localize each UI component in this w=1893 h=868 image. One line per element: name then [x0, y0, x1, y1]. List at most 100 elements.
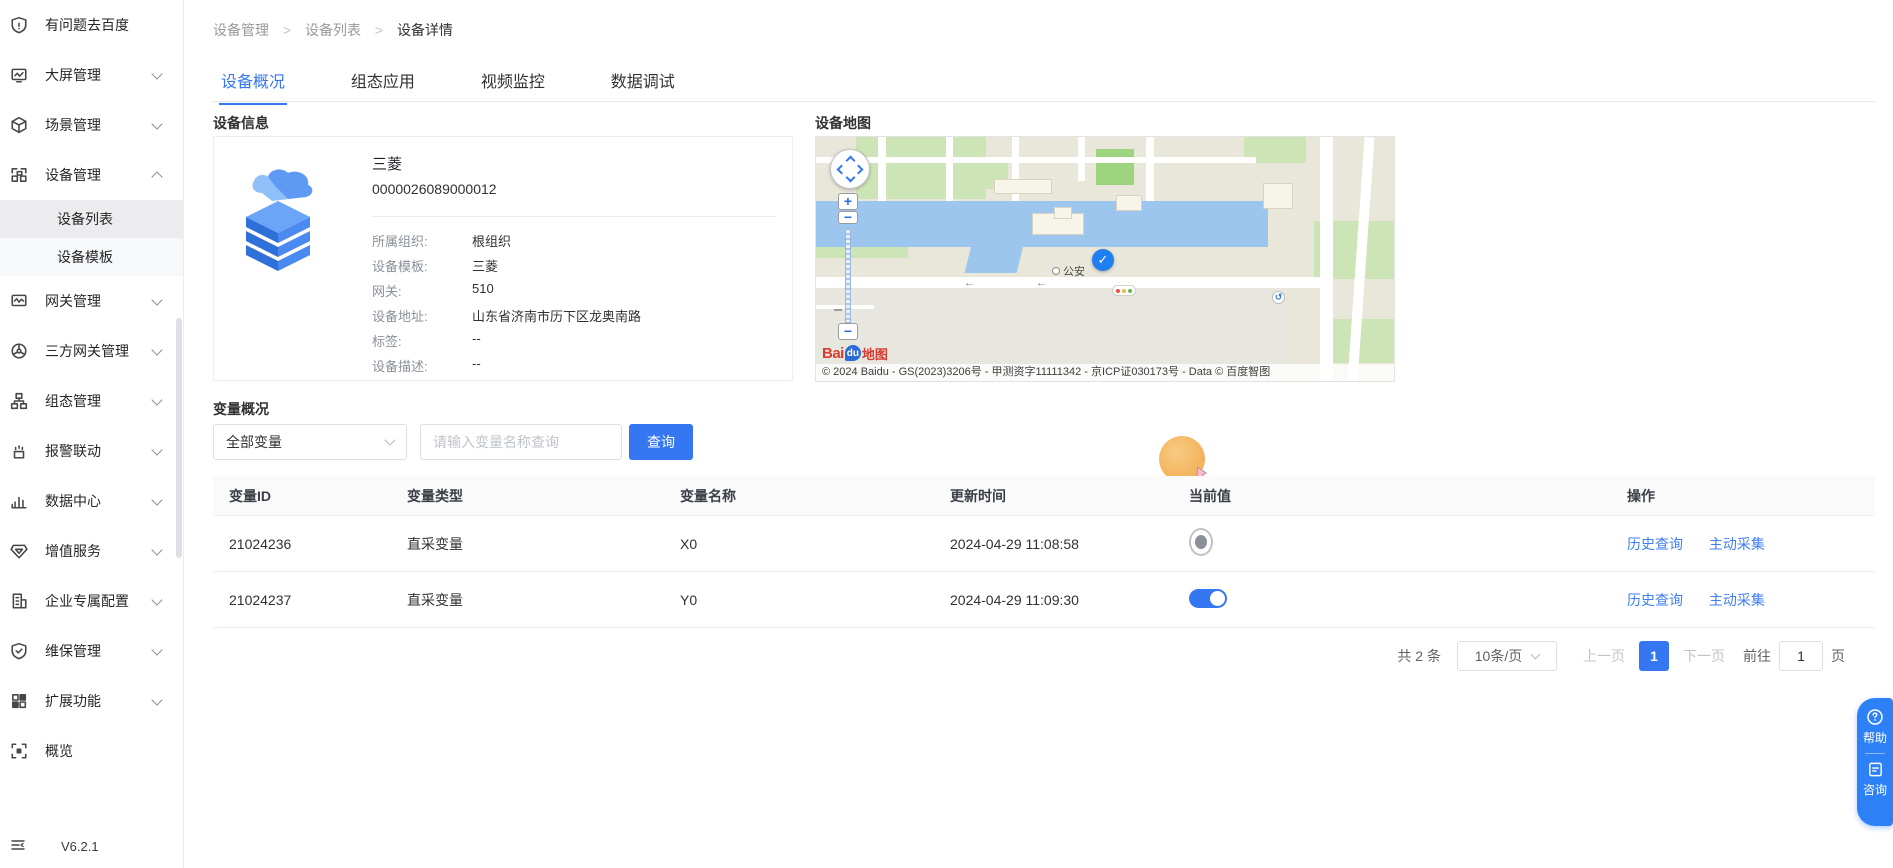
zoom-slider[interactable]	[845, 229, 851, 323]
sidebar-item-alarm[interactable]: 报警联动	[0, 426, 183, 476]
sidebar-item-label: 三方网关管理	[45, 341, 129, 361]
history-query-link[interactable]: 历史查询	[1627, 536, 1683, 552]
sidebar-item-value-service[interactable]: 增值服务	[0, 526, 183, 576]
cell-variable-id: 21024237	[213, 592, 391, 608]
breadcrumb-item[interactable]: 设备列表	[305, 22, 361, 38]
sidebar-item-big-screen[interactable]: 大屏管理	[0, 50, 183, 100]
pan-right-icon[interactable]	[854, 165, 864, 175]
variable-type-select[interactable]: 全部变量	[213, 424, 407, 460]
pan-left-icon[interactable]	[837, 165, 847, 175]
device-cloud-stack-icon	[232, 157, 324, 278]
sidebar-item-scene[interactable]: 场景管理	[0, 100, 183, 150]
table-header-row: 变量ID 变量类型 变量名称 更新时间 当前值 操作	[213, 476, 1875, 516]
sidebar-item-overview[interactable]: 概览	[0, 726, 183, 776]
sidebar-item-label: 增值服务	[45, 541, 101, 561]
map-road	[1146, 137, 1154, 201]
next-page-button[interactable]: 下一页	[1683, 646, 1725, 666]
chevron-down-icon	[151, 494, 162, 505]
help-button[interactable]: 帮助	[1863, 729, 1887, 746]
variable-search-input[interactable]	[420, 424, 622, 460]
prev-page-button[interactable]: 上一页	[1583, 646, 1625, 666]
sidebar-item-label: 企业专属配置	[45, 591, 129, 611]
col-header-id: 变量ID	[213, 486, 391, 506]
sidebar-item-gateway[interactable]: 网关管理	[0, 276, 183, 326]
tab-bar: 设备概况 组态应用 视频监控 数据调试	[213, 58, 1875, 102]
sidebar-subitem-device-list[interactable]: 设备列表	[0, 200, 183, 238]
question-circle-icon[interactable]	[1866, 708, 1884, 726]
tab-video-monitor[interactable]: 视频监控	[479, 58, 547, 105]
gem-icon	[10, 542, 28, 560]
map-marker-icon[interactable]: ✓	[1092, 249, 1114, 271]
map-green-area	[1096, 149, 1134, 185]
chevron-down-icon	[151, 444, 162, 455]
map-pan-control[interactable]	[830, 149, 870, 189]
consult-button[interactable]: 咨询	[1863, 781, 1887, 798]
value-toggle-off[interactable]	[1189, 528, 1213, 556]
sidebar-item-label: 报警联动	[45, 441, 101, 461]
app-version: V6.2.1	[61, 839, 99, 854]
third-gateway-icon	[10, 342, 28, 360]
tab-data-debug[interactable]: 数据调试	[609, 58, 677, 105]
info-field-org: 所属组织: 根组织	[372, 231, 511, 250]
sidebar-item-maintenance[interactable]: 维保管理	[0, 626, 183, 676]
col-header-current-value: 当前值	[1173, 486, 1611, 506]
sidebar-item-extension[interactable]: 扩展功能	[0, 676, 183, 726]
zoom-out-bottom-button[interactable]: −	[838, 323, 858, 340]
map-building	[1263, 183, 1293, 209]
tab-device-overview[interactable]: 设备概况	[219, 58, 287, 105]
traffic-light-icon	[1112, 285, 1136, 296]
active-collect-link[interactable]: 主动采集	[1709, 592, 1765, 608]
sidebar-item-data-center[interactable]: 数据中心	[0, 476, 183, 526]
map-road	[1320, 137, 1333, 382]
sidebar-subitem-device-template[interactable]: 设备模板	[0, 238, 183, 276]
field-value: --	[472, 356, 481, 375]
table-row: 21024237 直采变量 Y0 2024-04-29 11:09:30 历史查…	[213, 572, 1875, 628]
total-count: 共 2 条	[1397, 646, 1441, 666]
history-query-link[interactable]: 历史查询	[1627, 592, 1683, 608]
query-button[interactable]: 查询	[629, 424, 693, 460]
breadcrumb-item[interactable]: 设备管理	[213, 22, 269, 38]
pan-up-icon[interactable]	[846, 156, 856, 166]
field-label: 网关:	[372, 281, 472, 300]
widget-divider	[1865, 753, 1885, 754]
sidebar-footer: V6.2.1	[0, 824, 184, 868]
sidebar-item-third-gateway[interactable]: 三方网关管理	[0, 326, 183, 376]
pan-down-icon[interactable]	[846, 173, 856, 183]
cell-actions: 历史查询 主动采集	[1611, 534, 1875, 554]
sidebar-item-label: 扩展功能	[45, 691, 101, 711]
sidebar-item-device[interactable]: 设备管理	[0, 150, 183, 200]
cell-updated-time: 2024-04-29 11:08:58	[934, 536, 1173, 552]
breadcrumb: 设备管理 > 设备列表 > 设备详情	[213, 20, 453, 40]
zoom-in-button[interactable]: +	[838, 193, 858, 210]
select-value: 全部变量	[226, 432, 282, 452]
cell-variable-name: Y0	[664, 592, 934, 608]
building-icon	[10, 592, 28, 610]
sidebar-scrollbar[interactable]	[176, 318, 182, 558]
zoom-level-mark	[834, 309, 842, 311]
info-field-address: 设备地址: 山东省济南市历下区龙奥南路	[372, 306, 641, 325]
baidu-map[interactable]: ← ← 公安 ✓ ↺ + − − Bai du 地图 © 2024 Baidu …	[815, 136, 1395, 382]
sidebar-item-enterprise[interactable]: 企业专属配置	[0, 576, 183, 626]
page-number-button[interactable]: 1	[1639, 641, 1669, 671]
device-submenu: 设备列表 设备模板	[0, 200, 183, 276]
baidu-logo-du: du	[845, 345, 861, 361]
goto-page-input[interactable]	[1779, 641, 1823, 671]
poi-label: 公安	[1063, 263, 1085, 279]
collapse-menu-icon[interactable]	[10, 837, 26, 856]
field-value: 山东省济南市历下区龙奥南路	[472, 306, 641, 325]
value-toggle-on[interactable]	[1189, 589, 1227, 608]
breadcrumb-current: 设备详情	[397, 22, 453, 38]
tab-configuration-app[interactable]: 组态应用	[349, 58, 417, 105]
active-collect-link[interactable]: 主动采集	[1709, 536, 1765, 552]
chevron-down-icon	[1531, 650, 1541, 660]
page-size-select[interactable]: 10条/页	[1457, 641, 1557, 671]
cell-current-value	[1173, 528, 1611, 559]
device-id: 0000026089000012	[372, 181, 497, 197]
zoom-out-button[interactable]: −	[838, 211, 858, 224]
consult-doc-icon[interactable]	[1867, 761, 1884, 778]
sidebar-item-configuration[interactable]: 组态管理	[0, 376, 183, 426]
sidebar-item-baidu-help[interactable]: 有问题去百度	[0, 0, 183, 50]
main-content: 设备管理 > 设备列表 > 设备详情 设备概况 组态应用 视频监控 数据调试 设…	[185, 0, 1893, 868]
cell-actions: 历史查询 主动采集	[1611, 590, 1875, 610]
shield-check-icon	[10, 642, 28, 660]
